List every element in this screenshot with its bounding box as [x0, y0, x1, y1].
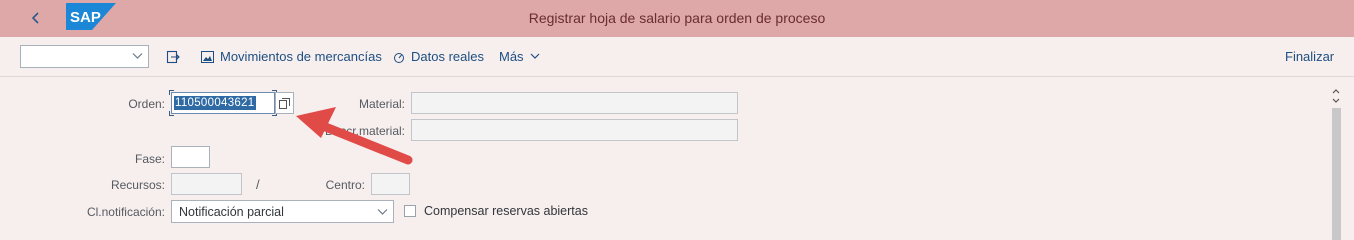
chevron-down-icon	[377, 209, 388, 215]
actual-data-button[interactable]: Datos reales	[393, 49, 484, 64]
actual-data-label: Datos reales	[411, 49, 484, 64]
order-value: 110500043621	[174, 96, 256, 110]
more-button[interactable]: Más	[499, 49, 540, 64]
export-icon	[166, 50, 180, 64]
image-icon	[201, 50, 214, 63]
chevron-down-icon	[530, 53, 539, 59]
value-help-icon	[279, 97, 290, 109]
goods-movements-label: Movimientos de mercancías	[220, 49, 382, 64]
focus-corner	[169, 90, 174, 95]
order-label: Orden:	[128, 97, 165, 111]
material-field	[411, 92, 738, 114]
gauge-icon	[394, 52, 404, 63]
order-input[interactable]: 110500043621	[169, 90, 277, 116]
confirmation-type-select[interactable]: Notificación parcial	[171, 200, 394, 223]
phase-input[interactable]	[171, 146, 210, 168]
vertical-scrollbar[interactable]	[1332, 108, 1341, 240]
confirmation-type-label: Cl.notificación:	[86, 205, 165, 219]
toolbar: Movimientos de mercancías Datos reales M…	[0, 37, 1354, 77]
confirmation-type-value: Notificación parcial	[179, 205, 284, 219]
compensate-reservations-checkbox[interactable]	[404, 205, 416, 217]
order-value-help-button[interactable]	[275, 92, 294, 114]
resources-separator: /	[256, 177, 260, 192]
material-description-label: Descr.material:	[324, 124, 405, 138]
material-label: Material:	[358, 97, 405, 111]
variant-select[interactable]	[20, 45, 149, 68]
compensate-reservations-label: Compensar reservas abiertas	[424, 204, 588, 218]
plant-label: Centro:	[325, 178, 365, 192]
finish-label: Finalizar	[1285, 49, 1335, 64]
focus-corner	[169, 111, 174, 116]
goods-movements-button[interactable]: Movimientos de mercancías	[201, 49, 382, 64]
more-label: Más	[499, 49, 524, 64]
plant-field	[371, 173, 410, 195]
page-title: Registrar hoja de salario para orden de …	[528, 10, 826, 26]
export-button[interactable]	[164, 48, 182, 66]
material-description-field	[411, 119, 738, 141]
shell-bar: SAP Registrar hoja de salario para orden…	[0, 0, 1354, 37]
resources-field	[171, 173, 242, 195]
scroll-arrows[interactable]	[1331, 86, 1341, 106]
phase-label: Fase:	[134, 152, 165, 166]
scroll-up-down-icon	[1332, 89, 1340, 103]
finish-button[interactable]: Finalizar	[1285, 49, 1334, 64]
resources-label: Recursos:	[110, 178, 165, 192]
chevron-down-icon	[132, 53, 143, 59]
